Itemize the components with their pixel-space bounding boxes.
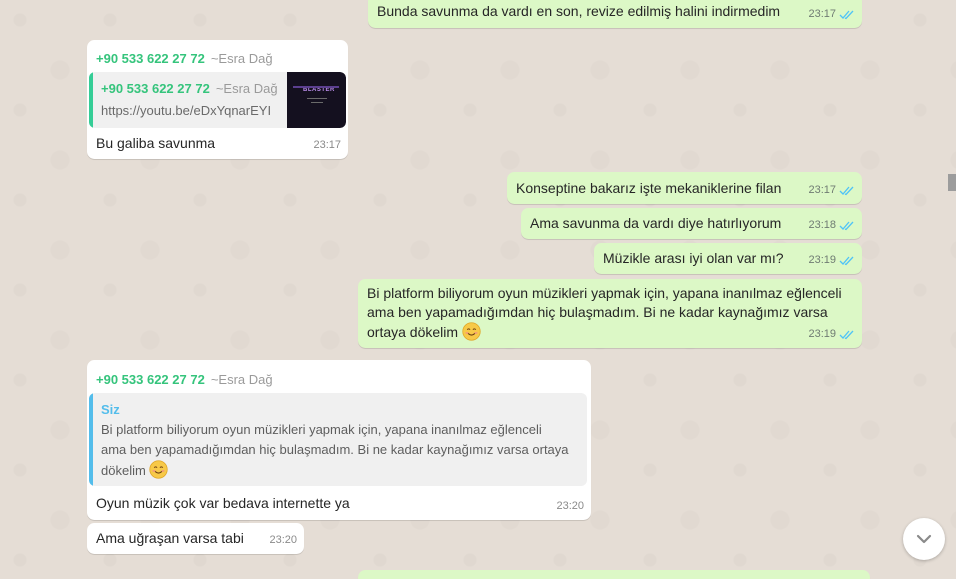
sender-phone[interactable]: +90 533 622 27 72 [96, 51, 205, 66]
message-meta: 23:19 [808, 325, 855, 344]
message-time: 23:18 [808, 219, 836, 231]
message-text: Oyun müzik çok var bedava internette ya [96, 495, 350, 511]
message-incoming[interactable]: +90 533 622 27 72 ~Esra Dağ +90 533 622 2… [87, 40, 348, 159]
message-meta: 23:20 [556, 497, 584, 516]
message-line: ortaya dökelim [367, 324, 459, 340]
quote-link-text: https://youtu.be/eDxYqnarEYI [101, 103, 272, 118]
message-time: 23:17 [808, 8, 836, 20]
message-meta: 23:17 [313, 136, 341, 155]
message-text: Bi platform biliyorum oyun müzikleri yap… [367, 284, 842, 342]
double-check-icon [839, 186, 854, 196]
message-time: 23:20 [556, 500, 584, 512]
message-text: Konseptine bakarız işte mekaniklerine fi… [516, 180, 782, 196]
thumbnail-glow [293, 86, 339, 88]
quote-text: Bi platform biliyorum oyun müzikleri yap… [101, 420, 569, 481]
message-text: Bunda savunma da vardı en son, revize ed… [377, 3, 781, 19]
message-sender: +90 533 622 27 72 ~Esra Dağ [96, 49, 273, 68]
message-meta: 23:20 [269, 531, 297, 550]
smiling-face-icon [149, 460, 169, 479]
smiling-face-icon [462, 322, 481, 341]
quote-line: ama ben yapamadığımdan hiç bulaşmadım. B… [101, 442, 569, 457]
chevron-down-icon [916, 534, 932, 544]
message-outgoing[interactable]: Bunda savunma da vardı en son, revize ed… [368, 0, 862, 28]
message-outgoing[interactable]: Ama savunma da vardı diye hatırlıyorum 2… [521, 208, 862, 239]
message-text: Müzikle arası iyi olan var mı? [603, 250, 784, 266]
message-time: 23:19 [808, 254, 836, 266]
message-meta: 23:18 [808, 216, 855, 235]
message-meta: 23:19 [808, 251, 855, 270]
thumbnail-text-line [311, 102, 323, 103]
quote-sender: Siz [101, 402, 120, 417]
message-text: Bu galiba savunma [96, 135, 216, 151]
message-line: ama ben yapamadığımdan hiç bulaşmadım. B… [367, 304, 828, 320]
message-time: 23:20 [269, 534, 297, 546]
message-outgoing-partial[interactable] [358, 570, 870, 579]
double-check-icon [839, 221, 854, 231]
double-check-icon [839, 330, 854, 340]
message-meta: 23:17 [808, 5, 855, 24]
message-outgoing[interactable]: Konseptine bakarız işte mekaniklerine fi… [507, 172, 862, 204]
sender-phone[interactable]: +90 533 622 27 72 [96, 372, 205, 387]
quote-line-last: dökelim [101, 460, 569, 481]
message-outgoing[interactable]: Bi platform biliyorum oyun müzikleri yap… [358, 279, 862, 348]
message-time: 23:17 [808, 184, 836, 196]
scroll-down-button[interactable] [903, 518, 945, 560]
message-time: 23:19 [808, 328, 836, 340]
message-incoming[interactable]: +90 533 622 27 72 ~Esra Dağ Siz Bi platfo… [87, 360, 591, 520]
message-incoming[interactable]: Ama uğraşan varsa tabi 23:20 [87, 523, 304, 554]
quoted-message[interactable]: Siz Bi platform biliyorum oyun müzikleri… [89, 393, 587, 486]
message-text: Ama uğraşan varsa tabi [96, 530, 244, 546]
double-check-icon [839, 256, 854, 266]
quote-line: Bi platform biliyorum oyun müzikleri yap… [101, 422, 542, 437]
quote-line: dökelim [101, 463, 146, 478]
message-outgoing[interactable]: Müzikle arası iyi olan var mı? 23:19 [594, 243, 862, 274]
quoted-link-preview[interactable]: +90 533 622 27 72 ~Esra Dağ https://youtu… [89, 72, 346, 128]
quote-sender-pushname: ~Esra Dağ [215, 81, 278, 96]
sender-pushname: ~Esra Dağ [210, 372, 273, 387]
message-text: Ama savunma da vardı diye hatırlıyorum [530, 215, 782, 231]
quote-sender: +90 533 622 27 72 ~Esra Dağ [101, 79, 278, 98]
message-line: Bi platform biliyorum oyun müzikleri yap… [367, 285, 842, 301]
sender-pushname: ~Esra Dağ [210, 51, 273, 66]
scrollbar-thumb[interactable] [948, 174, 956, 191]
message-line-last: ortaya dökelim [367, 322, 842, 342]
quote-sender-phone: +90 533 622 27 72 [101, 81, 210, 96]
message-meta: 23:17 [808, 181, 855, 200]
message-time: 23:17 [313, 139, 341, 151]
video-thumbnail: BLASTER [287, 72, 346, 128]
message-sender: +90 533 622 27 72 ~Esra Dağ [96, 370, 273, 389]
double-check-icon [839, 10, 854, 20]
thumbnail-text-line [307, 98, 327, 99]
